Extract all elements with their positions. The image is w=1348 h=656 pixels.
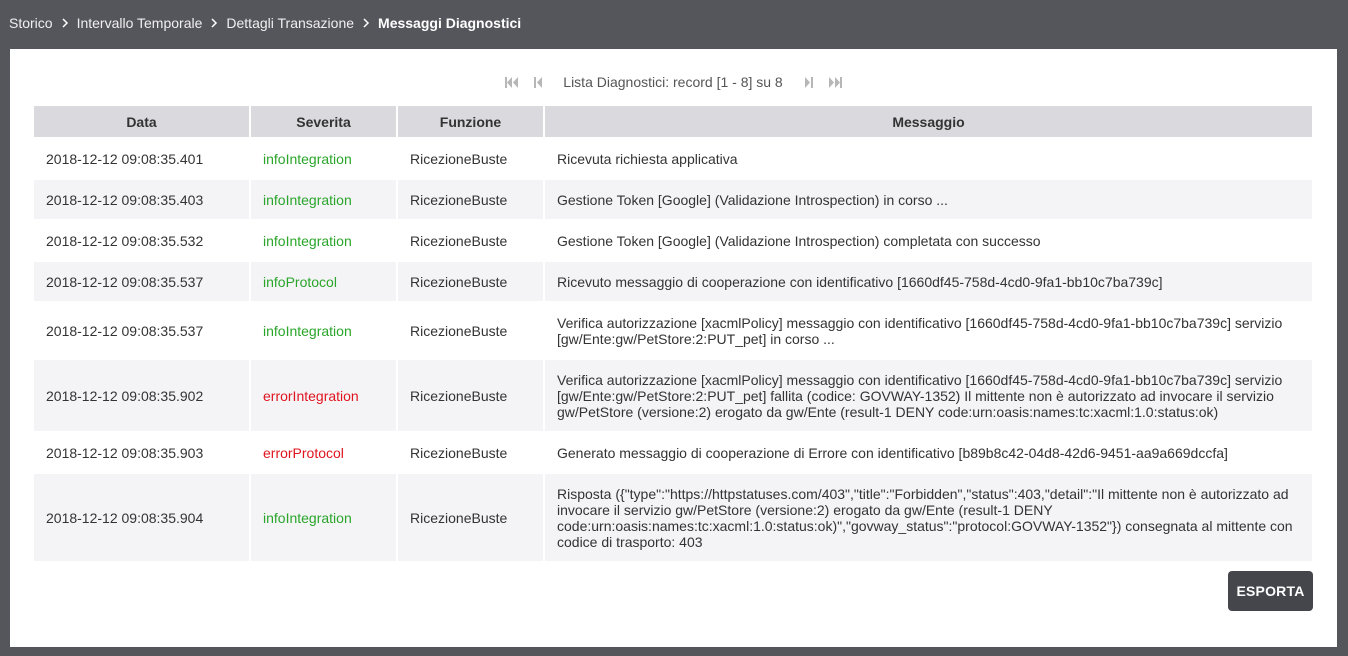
- cell-severita: infoIntegration: [251, 219, 398, 260]
- cell-data: 2018-12-12 09:08:35.403: [34, 178, 251, 219]
- chevron-right-icon: [202, 16, 226, 31]
- cell-severita: infoProtocol: [251, 260, 398, 301]
- column-header-severita[interactable]: Severita: [251, 106, 398, 137]
- breadcrumb-item-intervallo[interactable]: Intervallo Temporale: [77, 15, 203, 31]
- cell-funzione: RicezioneBuste: [398, 431, 545, 472]
- breadcrumb-current: Messaggi Diagnostici: [378, 15, 522, 31]
- pager: Lista Diagnostici: record [1 - 8] su 8: [10, 73, 1337, 91]
- cell-messaggio: Gestione Token [Google] (Validazione Int…: [545, 178, 1312, 219]
- table-header-row: Data Severita Funzione Messaggio: [34, 106, 1312, 137]
- cell-data: 2018-12-12 09:08:35.903: [34, 431, 251, 472]
- cell-messaggio: Risposta ({"type":"https://httpstatuses.…: [545, 472, 1312, 561]
- column-header-funzione[interactable]: Funzione: [398, 106, 545, 137]
- table-row[interactable]: 2018-12-12 09:08:35.904 infoIntegration …: [34, 472, 1312, 561]
- breadcrumb-item-dettagli[interactable]: Dettagli Transazione: [226, 15, 354, 31]
- breadcrumb: Storico Intervallo Temporale Dettagli Tr…: [9, 14, 521, 32]
- table-row[interactable]: 2018-12-12 09:08:35.532 infoIntegration …: [34, 219, 1312, 260]
- cell-funzione: RicezioneBuste: [398, 358, 545, 431]
- cell-severita: infoIntegration: [251, 472, 398, 561]
- table-row[interactable]: 2018-12-12 09:08:35.403 infoIntegration …: [34, 178, 1312, 219]
- cell-data: 2018-12-12 09:08:35.532: [34, 219, 251, 260]
- cell-data: 2018-12-12 09:08:35.537: [34, 260, 251, 301]
- chevron-right-icon: [354, 16, 378, 31]
- previous-page-icon[interactable]: [530, 74, 546, 90]
- cell-severita: errorIntegration: [251, 358, 398, 431]
- column-header-messaggio[interactable]: Messaggio: [545, 106, 1312, 137]
- cell-funzione: RicezioneBuste: [398, 472, 545, 561]
- chevron-right-icon: [53, 16, 77, 31]
- cell-severita: infoIntegration: [251, 301, 398, 358]
- column-header-data[interactable]: Data: [34, 106, 251, 137]
- table-row[interactable]: 2018-12-12 09:08:35.537 infoProtocol Ric…: [34, 260, 1312, 301]
- export-button[interactable]: ESPORTA: [1228, 571, 1313, 611]
- first-page-icon[interactable]: [504, 74, 520, 90]
- cell-data: 2018-12-12 09:08:35.537: [34, 301, 251, 358]
- cell-data: 2018-12-12 09:08:35.902: [34, 358, 251, 431]
- table-row[interactable]: 2018-12-12 09:08:35.903 errorProtocol Ri…: [34, 431, 1312, 472]
- table-row[interactable]: 2018-12-12 09:08:35.401 infoIntegration …: [34, 137, 1312, 178]
- cell-messaggio: Gestione Token [Google] (Validazione Int…: [545, 219, 1312, 260]
- cell-messaggio: Ricevuta richiesta applicativa: [545, 137, 1312, 178]
- cell-funzione: RicezioneBuste: [398, 301, 545, 358]
- pager-label: Lista Diagnostici: record [1 - 8] su 8: [563, 74, 783, 90]
- cell-messaggio: Verifica autorizzazione [xacmlPolicy] me…: [545, 301, 1312, 358]
- cell-severita: errorProtocol: [251, 431, 398, 472]
- cell-messaggio: Generato messaggio di cooperazione di Er…: [545, 431, 1312, 472]
- table-row[interactable]: 2018-12-12 09:08:35.537 infoIntegration …: [34, 301, 1312, 358]
- diagnostics-panel: Lista Diagnostici: record [1 - 8] su 8 D…: [10, 49, 1337, 647]
- cell-data: 2018-12-12 09:08:35.904: [34, 472, 251, 561]
- cell-funzione: RicezioneBuste: [398, 219, 545, 260]
- diagnostics-table: Data Severita Funzione Messaggio 2018-12…: [34, 106, 1312, 561]
- cell-messaggio: Ricevuto messaggio di cooperazione con i…: [545, 260, 1312, 301]
- cell-messaggio: Verifica autorizzazione [xacmlPolicy] me…: [545, 358, 1312, 431]
- cell-funzione: RicezioneBuste: [398, 178, 545, 219]
- last-page-icon[interactable]: [827, 74, 843, 90]
- cell-funzione: RicezioneBuste: [398, 260, 545, 301]
- cell-severita: infoIntegration: [251, 137, 398, 178]
- cell-funzione: RicezioneBuste: [398, 137, 545, 178]
- cell-severita: infoIntegration: [251, 178, 398, 219]
- cell-data: 2018-12-12 09:08:35.401: [34, 137, 251, 178]
- table-row[interactable]: 2018-12-12 09:08:35.902 errorIntegration…: [34, 358, 1312, 431]
- next-page-icon[interactable]: [801, 74, 817, 90]
- breadcrumb-item-storico[interactable]: Storico: [9, 15, 53, 31]
